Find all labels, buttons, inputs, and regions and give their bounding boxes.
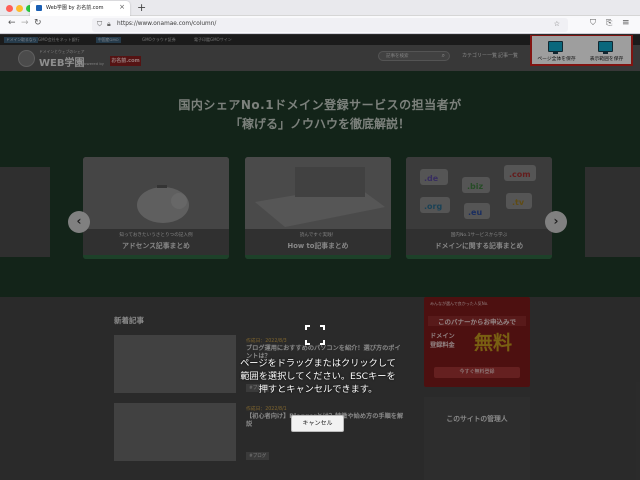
browser-tab[interactable]: Web学園 by お名前.com × xyxy=(30,1,130,16)
selection-instructions: ページをドラッグまたはクリックして範囲を選択してください。ESCキーを押すとキャ… xyxy=(240,358,396,395)
crosshair-icon xyxy=(305,325,325,345)
bookmark-star-icon[interactable]: ☆ xyxy=(554,20,560,28)
minimize-window-button[interactable] xyxy=(16,5,23,12)
back-icon[interactable]: ← xyxy=(8,18,16,28)
reload-icon[interactable]: ↻ xyxy=(34,18,42,28)
navigation-bar: ← → ↻ ⛉ 🔒︎ https://www.onamae.com/column… xyxy=(0,16,640,34)
close-tab-icon[interactable]: × xyxy=(119,3,125,11)
lock-icon[interactable]: 🔒︎ xyxy=(107,20,111,29)
forward-icon[interactable]: → xyxy=(21,18,29,28)
tab-title: Web学園 by お名前.com xyxy=(46,5,104,11)
url-text: https://www.onamae.com/column/ xyxy=(117,21,217,27)
cancel-button[interactable]: キャンセル xyxy=(291,415,344,432)
tab-strip: Web学園 by お名前.com × + xyxy=(0,0,640,16)
shield-icon[interactable]: ⛉ xyxy=(97,20,102,29)
pocket-icon[interactable]: ⛉ xyxy=(590,18,596,28)
extensions-icon[interactable]: ⎘ xyxy=(606,18,612,28)
new-tab-icon[interactable]: + xyxy=(137,1,146,14)
favicon-icon xyxy=(36,5,42,11)
browser-window: Web学園 by お名前.com × + ← → ↻ ⛉ 🔒︎ https://… xyxy=(0,0,640,480)
close-window-button[interactable] xyxy=(6,5,13,12)
address-bar[interactable]: ⛉ 🔒︎ https://www.onamae.com/column/ ☆ xyxy=(92,18,568,32)
menu-icon[interactable]: ≡ xyxy=(622,18,630,28)
selection-overlay[interactable] xyxy=(0,35,640,480)
